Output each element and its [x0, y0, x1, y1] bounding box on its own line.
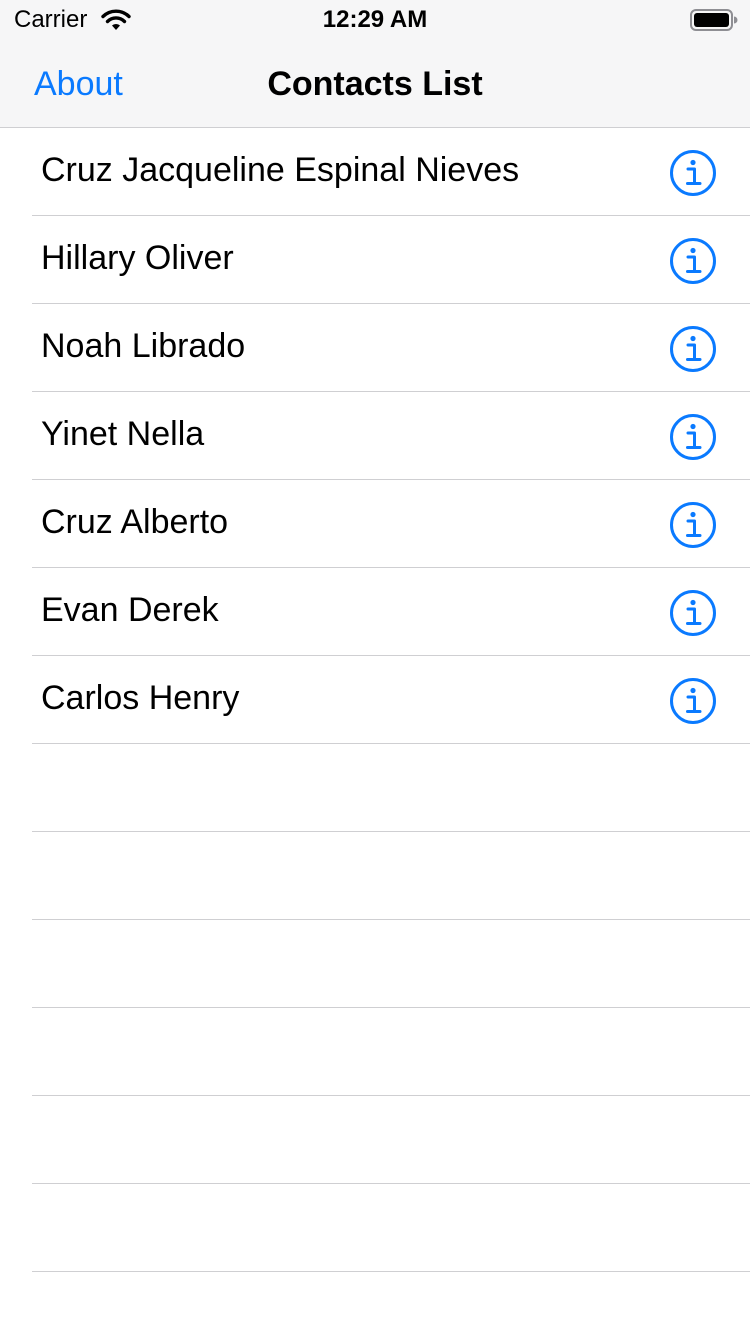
contact-name: Yinet Nella: [41, 415, 205, 453]
contact-row[interactable]: Hillary Oliver: [0, 216, 750, 304]
page-title: Contacts List: [267, 65, 483, 103]
info-icon[interactable]: [669, 589, 717, 637]
contact-name: Hillary Oliver: [41, 239, 234, 277]
empty-row: [0, 920, 750, 1008]
empty-row: [0, 744, 750, 832]
contact-name: Cruz Alberto: [41, 503, 229, 541]
info-icon[interactable]: [669, 237, 717, 285]
contact-name: Noah Librado: [41, 327, 246, 365]
contact-row[interactable]: Carlos Henry: [0, 656, 750, 744]
contact-name: Carlos Henry: [41, 679, 240, 717]
empty-row: [0, 832, 750, 920]
contact-row[interactable]: Noah Librado: [0, 304, 750, 392]
contacts-list: Cruz Jacqueline Espinal Nieves Hillary Ol…: [0, 128, 750, 1272]
contact-row[interactable]: Cruz Jacqueline Espinal Nieves: [0, 128, 750, 216]
contact-row[interactable]: Cruz Alberto: [0, 480, 750, 568]
status-time: 12:29 AM: [322, 6, 428, 33]
battery-icon: [690, 9, 738, 31]
navigation-bar: About Contacts List: [0, 40, 750, 128]
info-icon[interactable]: [669, 501, 717, 549]
contact-row[interactable]: Yinet Nella: [0, 392, 750, 480]
info-icon[interactable]: [669, 413, 717, 461]
info-icon[interactable]: [669, 149, 717, 197]
contact-row[interactable]: Evan Derek: [0, 568, 750, 656]
empty-row: [0, 1184, 750, 1272]
status-bar: Carrier 12:29 AM: [0, 0, 750, 40]
info-icon[interactable]: [669, 325, 717, 373]
screen: Carrier 12:29 AM About Contacts List Cru…: [0, 0, 750, 1334]
contact-name: Evan Derek: [41, 591, 219, 629]
empty-row: [0, 1096, 750, 1184]
contact-name: Cruz Jacqueline Espinal Nieves: [41, 151, 520, 189]
info-icon[interactable]: [669, 677, 717, 725]
empty-row: [0, 1008, 750, 1096]
